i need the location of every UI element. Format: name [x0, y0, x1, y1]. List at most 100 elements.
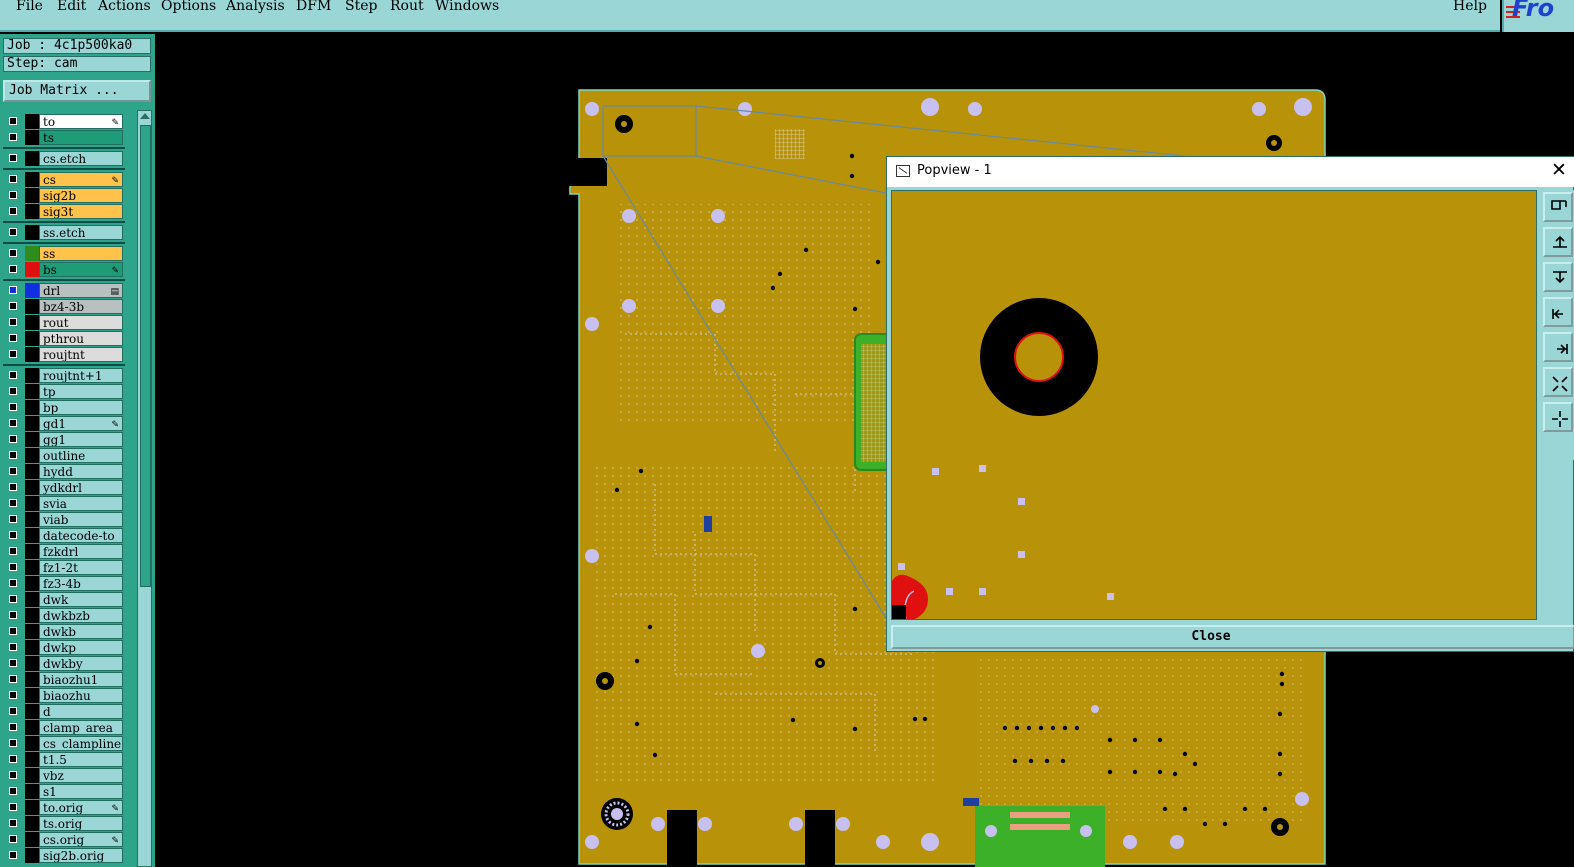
- layer-color-swatch[interactable]: [25, 720, 39, 735]
- layer-color-swatch[interactable]: [25, 204, 39, 219]
- layer-row-cs[interactable]: cs ✎: [3, 172, 125, 187]
- layer-name[interactable]: t1.5: [39, 752, 123, 767]
- layer-name[interactable]: sig3t: [39, 204, 123, 219]
- layer-visibility-checkbox[interactable]: [9, 547, 17, 555]
- layer-visibility-checkbox[interactable]: [9, 228, 17, 236]
- layer-name[interactable]: dwkby: [39, 656, 123, 671]
- layer-row-gd1[interactable]: gd1 ✎: [3, 416, 125, 431]
- layer-name[interactable]: cs ✎: [39, 172, 123, 187]
- layer-row-outline[interactable]: outline: [3, 448, 125, 463]
- layer-color-swatch[interactable]: [25, 172, 39, 187]
- layer-visibility-checkbox[interactable]: [9, 117, 17, 125]
- layer-color-swatch[interactable]: [25, 848, 39, 863]
- layer-color-swatch[interactable]: [25, 544, 39, 559]
- layer-row-bz4-3b[interactable]: bz4-3b: [3, 299, 125, 314]
- layer-color-swatch[interactable]: [25, 130, 39, 145]
- layer-visibility-checkbox[interactable]: [9, 675, 17, 683]
- layer-row-fz1-2t[interactable]: fz1-2t: [3, 560, 125, 575]
- layer-color-swatch[interactable]: [25, 315, 39, 330]
- layer-visibility-checkbox[interactable]: [9, 515, 17, 523]
- layer-color-swatch[interactable]: [25, 512, 39, 527]
- layer-color-swatch[interactable]: [25, 188, 39, 203]
- layer-name[interactable]: bs ✎: [39, 262, 123, 277]
- popview-close-button[interactable]: Close: [891, 625, 1574, 649]
- layer-row-svia[interactable]: svia: [3, 496, 125, 511]
- scroll-up-arrow-icon[interactable]: [140, 113, 150, 119]
- layer-color-swatch[interactable]: [25, 816, 39, 831]
- layer-color-swatch[interactable]: [25, 464, 39, 479]
- layer-name[interactable]: svia: [39, 496, 123, 511]
- layer-name[interactable]: ss.etch: [39, 225, 123, 240]
- layer-row-d[interactable]: d: [3, 704, 125, 719]
- layer-visibility-checkbox[interactable]: [9, 371, 17, 379]
- layer-visibility-checkbox[interactable]: [9, 265, 17, 273]
- layer-color-swatch[interactable]: [25, 225, 39, 240]
- layer-color-swatch[interactable]: [25, 704, 39, 719]
- layer-color-swatch[interactable]: [25, 752, 39, 767]
- layer-row-s1[interactable]: s1: [3, 784, 125, 799]
- layer-name[interactable]: rout: [39, 315, 123, 330]
- layer-color-swatch[interactable]: [25, 672, 39, 687]
- layer-color-swatch[interactable]: [25, 688, 39, 703]
- layer-color-swatch[interactable]: [25, 114, 39, 129]
- pan-up-icon[interactable]: [1543, 227, 1573, 257]
- layer-row-dwkb[interactable]: dwkb: [3, 624, 125, 639]
- layer-color-swatch[interactable]: [25, 560, 39, 575]
- layer-color-swatch[interactable]: [25, 496, 39, 511]
- layer-row-roujtnt+1[interactable]: roujtnt+1: [3, 368, 125, 383]
- layer-row-bs[interactable]: bs ✎: [3, 262, 125, 277]
- layer-name[interactable]: gg1: [39, 432, 123, 447]
- layer-row-ss.etch[interactable]: ss.etch: [3, 225, 125, 240]
- layer-list-scrollbar[interactable]: [137, 110, 152, 867]
- layer-visibility-checkbox[interactable]: [9, 483, 17, 491]
- layer-visibility-checkbox[interactable]: [9, 467, 17, 475]
- layer-visibility-checkbox[interactable]: [9, 595, 17, 603]
- pan-down-icon[interactable]: [1543, 262, 1573, 292]
- layer-row-fzkdrl[interactable]: fzkdrl: [3, 544, 125, 559]
- layer-row-clamp_area[interactable]: clamp_area: [3, 720, 125, 735]
- layer-row-gg1[interactable]: gg1: [3, 432, 125, 447]
- layer-visibility-checkbox[interactable]: [9, 563, 17, 571]
- layer-row-ts[interactable]: ts: [3, 130, 125, 145]
- layer-visibility-checkbox[interactable]: [9, 835, 17, 843]
- layer-color-swatch[interactable]: [25, 400, 39, 415]
- layer-name[interactable]: vbz: [39, 768, 123, 783]
- layer-name[interactable]: hydd: [39, 464, 123, 479]
- layer-name[interactable]: biaozhu: [39, 688, 123, 703]
- layer-visibility-checkbox[interactable]: [9, 739, 17, 747]
- layer-row-sig3t[interactable]: sig3t: [3, 204, 125, 219]
- layer-name[interactable]: clamp_area: [39, 720, 123, 735]
- layer-color-swatch[interactable]: [25, 608, 39, 623]
- layer-name[interactable]: to ✎: [39, 114, 123, 129]
- layer-visibility-checkbox[interactable]: [9, 803, 17, 811]
- layer-visibility-checkbox[interactable]: [9, 302, 17, 310]
- layer-name[interactable]: cs.etch: [39, 151, 123, 166]
- layer-name[interactable]: fz3-4b: [39, 576, 123, 591]
- menu-help[interactable]: Help: [1453, 0, 1487, 14]
- layer-name[interactable]: drl ▤: [39, 283, 123, 298]
- layer-row-rout[interactable]: rout: [3, 315, 125, 330]
- layer-color-swatch[interactable]: [25, 432, 39, 447]
- layer-color-swatch[interactable]: [25, 832, 39, 847]
- layer-name[interactable]: d: [39, 704, 123, 719]
- layer-visibility-checkbox[interactable]: [9, 175, 17, 183]
- layer-row-vbz[interactable]: vbz: [3, 768, 125, 783]
- menu-dfm[interactable]: DFM: [296, 0, 331, 14]
- layer-name[interactable]: ydkdrl: [39, 480, 123, 495]
- layer-name[interactable]: cs_clampline: [39, 736, 123, 751]
- layer-row-ss[interactable]: ss: [3, 246, 125, 261]
- menu-analysis[interactable]: Analysis: [226, 0, 285, 14]
- layer-name[interactable]: gd1 ✎: [39, 416, 123, 431]
- layer-visibility-checkbox[interactable]: [9, 611, 17, 619]
- layer-color-swatch[interactable]: [25, 331, 39, 346]
- layer-row-ydkdrl[interactable]: ydkdrl: [3, 480, 125, 495]
- layer-row-roujtnt[interactable]: roujtnt: [3, 347, 125, 362]
- layer-name[interactable]: bp: [39, 400, 123, 415]
- layer-name[interactable]: dwkb: [39, 624, 123, 639]
- zoom-fit-icon[interactable]: [1543, 192, 1573, 222]
- layer-row-sig2b.orig[interactable]: sig2b.orig: [3, 848, 125, 863]
- layer-name[interactable]: sig2b.orig: [39, 848, 123, 863]
- pan-right-icon[interactable]: [1543, 332, 1573, 362]
- menu-rout[interactable]: Rout: [390, 0, 424, 14]
- layer-visibility-checkbox[interactable]: [9, 723, 17, 731]
